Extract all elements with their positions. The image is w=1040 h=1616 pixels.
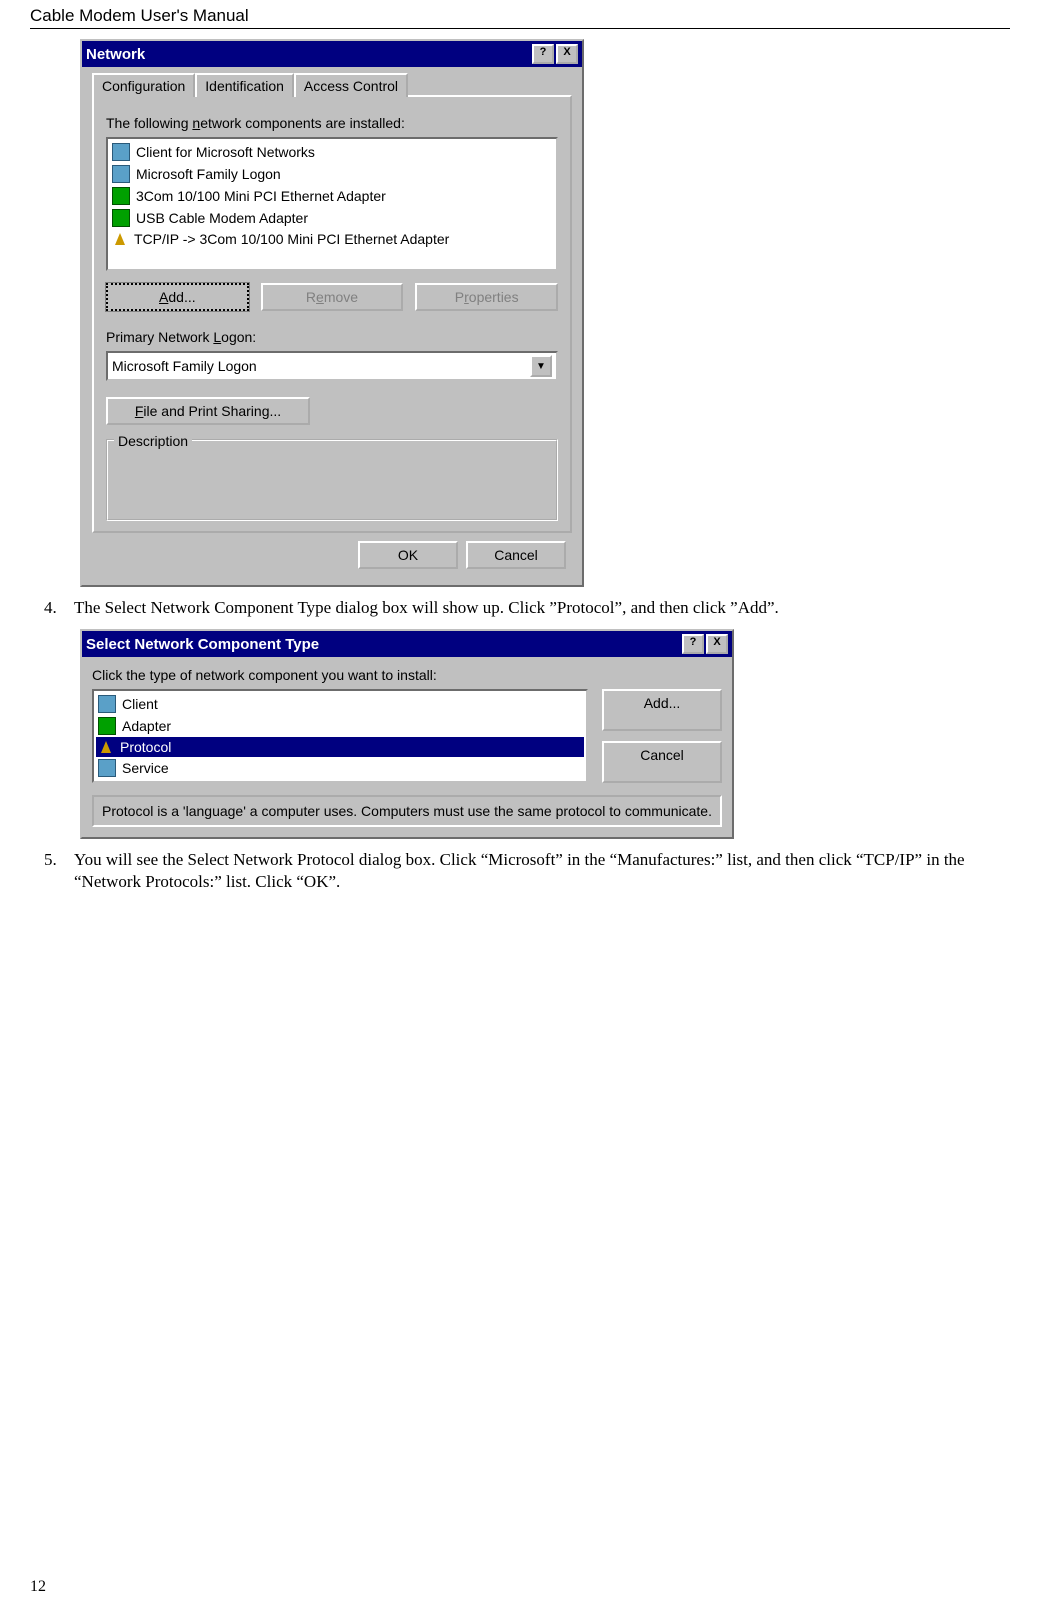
close-icon[interactable]: X xyxy=(706,634,728,654)
list-item-label: Adapter xyxy=(122,718,171,734)
protocol-icon xyxy=(101,741,111,753)
component-title: Select Network Component Type xyxy=(86,636,319,653)
page-header: Cable Modem User's Manual xyxy=(30,0,1010,29)
chevron-down-icon[interactable]: ▼ xyxy=(530,355,552,377)
tab-identification[interactable]: Identification xyxy=(195,73,294,97)
adapter-icon xyxy=(112,209,130,227)
computer-icon xyxy=(112,143,130,161)
component-listbox[interactable]: Client Adapter Protocol Service xyxy=(92,689,588,783)
add-button[interactable]: Add... xyxy=(602,689,722,731)
list-item-label: Service xyxy=(122,760,169,776)
component-type-dialog: Select Network Component Type ? X Click … xyxy=(80,629,734,839)
component-instruction: Click the type of network component you … xyxy=(92,667,722,683)
adapter-icon xyxy=(98,717,116,735)
step-text: You will see the Select Network Protocol… xyxy=(74,849,996,893)
list-item[interactable]: TCP/IP -> 3Com 10/100 Mini PCI Ethernet … xyxy=(110,229,554,249)
step-5: 5. You will see the Select Network Proto… xyxy=(44,849,996,893)
ok-button[interactable]: OK xyxy=(358,541,458,569)
list-item-label: Client for Microsoft Networks xyxy=(136,144,315,160)
tabs: Configuration Identification Access Cont… xyxy=(92,73,572,97)
network-dialog: Network ? X Configuration Identification… xyxy=(80,39,584,587)
cancel-button[interactable]: Cancel xyxy=(466,541,566,569)
close-icon[interactable]: X xyxy=(556,44,578,64)
step-text: The Select Network Component Type dialog… xyxy=(74,597,996,619)
tab-access-control[interactable]: Access Control xyxy=(294,73,408,97)
description-legend: Description xyxy=(114,433,192,449)
list-item-label: USB Cable Modem Adapter xyxy=(136,210,308,226)
list-item-label: Protocol xyxy=(120,739,171,755)
page-number: 12 xyxy=(30,1578,46,1596)
list-item[interactable]: Client xyxy=(96,693,584,715)
step-4: 4. The Select Network Component Type dia… xyxy=(44,597,996,619)
cancel-button[interactable]: Cancel xyxy=(602,741,722,783)
file-print-sharing-button[interactable]: File and Print Sharing... xyxy=(106,397,310,425)
component-hint: Protocol is a 'language' a computer uses… xyxy=(92,795,722,827)
description-box xyxy=(118,455,546,511)
computer-icon xyxy=(98,759,116,777)
list-item[interactable]: Client for Microsoft Networks xyxy=(110,141,554,163)
computer-icon xyxy=(98,695,116,713)
primary-logon-combo[interactable]: Microsoft Family Logon ▼ xyxy=(106,351,558,381)
protocol-icon xyxy=(115,233,125,245)
list-item-selected[interactable]: Protocol xyxy=(96,737,584,757)
list-item-label: 3Com 10/100 Mini PCI Ethernet Adapter xyxy=(136,188,386,204)
help-icon[interactable]: ? xyxy=(682,634,704,654)
list-item[interactable]: Microsoft Family Logon xyxy=(110,163,554,185)
component-titlebar: Select Network Component Type ? X xyxy=(82,631,732,657)
primary-logon-value: Microsoft Family Logon xyxy=(112,358,257,374)
properties-button[interactable]: Properties xyxy=(415,283,558,311)
step-number: 4. xyxy=(44,597,74,619)
list-item-label: Microsoft Family Logon xyxy=(136,166,281,182)
tab-configuration[interactable]: Configuration xyxy=(92,73,195,97)
list-item-label: TCP/IP -> 3Com 10/100 Mini PCI Ethernet … xyxy=(134,231,449,247)
network-titlebar: Network ? X xyxy=(82,41,582,67)
network-title: Network xyxy=(86,46,145,63)
installed-components-label: The following network components are ins… xyxy=(106,115,558,131)
list-item[interactable]: USB Cable Modem Adapter xyxy=(110,207,554,229)
list-item[interactable]: 3Com 10/100 Mini PCI Ethernet Adapter xyxy=(110,185,554,207)
computer-icon xyxy=(112,165,130,183)
primary-logon-label: Primary Network Logon: xyxy=(106,329,558,345)
adapter-icon xyxy=(112,187,130,205)
remove-button[interactable]: Remove xyxy=(261,283,404,311)
list-item[interactable]: Service xyxy=(96,757,584,779)
add-button[interactable]: Add... xyxy=(106,283,249,311)
step-number: 5. xyxy=(44,849,74,893)
list-item-label: Client xyxy=(122,696,158,712)
list-item[interactable]: Adapter xyxy=(96,715,584,737)
components-listbox[interactable]: Client for Microsoft Networks Microsoft … xyxy=(106,137,558,271)
help-icon[interactable]: ? xyxy=(532,44,554,64)
